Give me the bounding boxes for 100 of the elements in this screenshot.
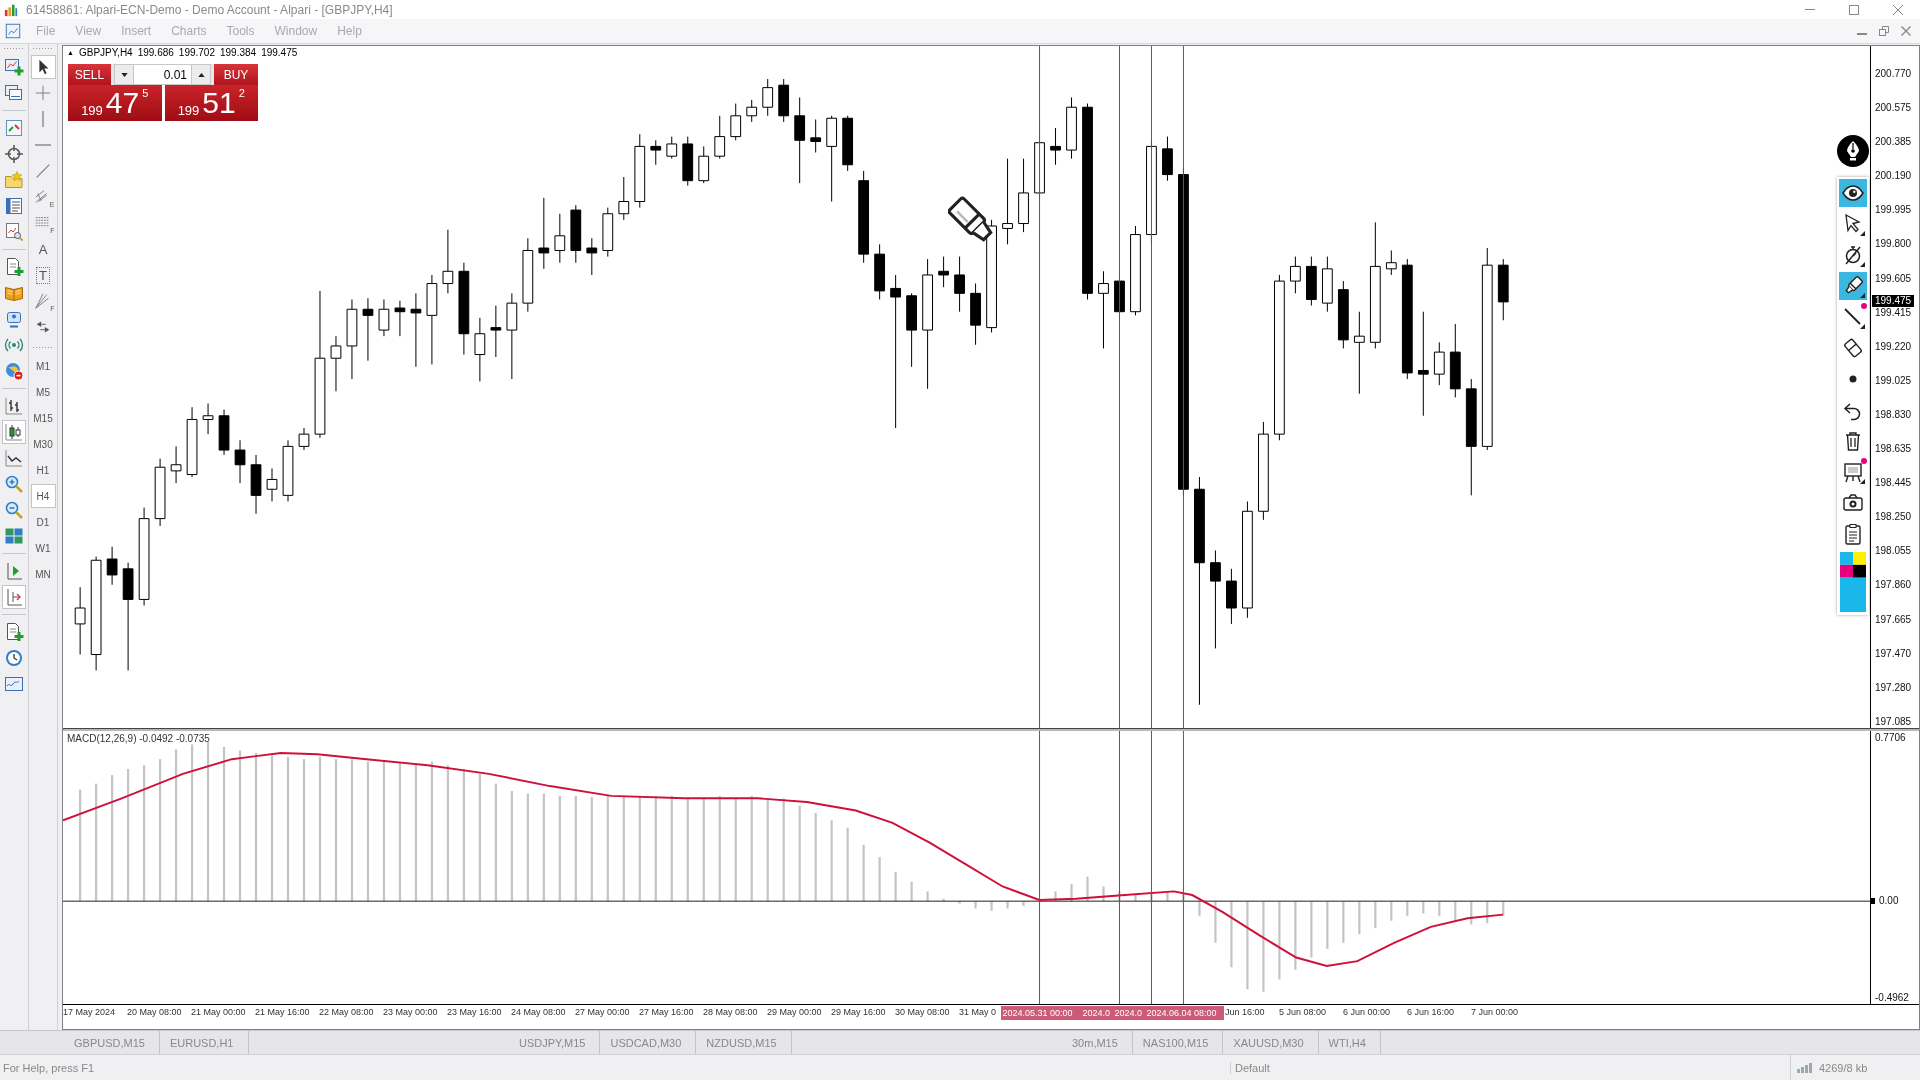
timeframe-button[interactable]: H4 xyxy=(30,484,56,508)
clock-icon[interactable] xyxy=(4,648,24,668)
price-label: 199.995 xyxy=(1875,204,1913,217)
tile-windows-icon[interactable] xyxy=(4,526,24,546)
star-folder-icon[interactable] xyxy=(4,170,24,190)
trend-line-icon xyxy=(34,162,52,180)
caret-down-icon xyxy=(120,72,128,77)
time-label: 28 May 08:00 xyxy=(703,1006,759,1019)
price-label: 200.575 xyxy=(1875,102,1913,115)
cursor-button[interactable] xyxy=(30,55,56,79)
price-label: 199.220 xyxy=(1875,340,1913,353)
connection-bars-icon xyxy=(1797,1062,1813,1073)
terminal-list-icon[interactable] xyxy=(4,196,24,216)
timeframe-button[interactable]: MN xyxy=(30,562,56,586)
globe-stop-icon[interactable] xyxy=(4,361,24,381)
current-price-tag: 199.475 xyxy=(1872,295,1915,307)
time-label: 7 Jun 00:00 xyxy=(1471,1006,1520,1019)
indicator-scale-label: 0.00 xyxy=(1879,895,1899,907)
line-time-label: 2024.05.31 00:00 xyxy=(1002,1007,1073,1020)
document-plus-icon[interactable] xyxy=(4,257,24,277)
caret-up-icon xyxy=(197,72,205,77)
price-label: 199.800 xyxy=(1875,238,1913,251)
chart-document-icon xyxy=(4,22,22,40)
minimize-icon xyxy=(1857,33,1867,35)
candlestick-icon xyxy=(4,422,24,442)
eye-tool-button[interactable] xyxy=(1839,179,1867,207)
time-label: 27 May 16:00 xyxy=(639,1006,695,1019)
document-plus-icon[interactable] xyxy=(4,622,24,642)
profiles-icon[interactable] xyxy=(4,83,24,103)
restore-icon xyxy=(1879,26,1889,36)
diagonal-line-icon xyxy=(1841,305,1865,329)
chart-shift-icon xyxy=(4,561,24,581)
bar-chart-icon xyxy=(4,396,24,416)
time-label: 27 May 00:00 xyxy=(575,1006,631,1019)
price-label: 199.605 xyxy=(1875,272,1913,285)
status-profile: Default xyxy=(1230,1061,1790,1074)
app-icon xyxy=(4,2,18,17)
time-label: 6 Jun 00:00 xyxy=(1343,1006,1392,1019)
crosshair-icon xyxy=(34,84,52,102)
window-title: 61458861: Alpari-ECN-Demo - Demo Account - Alpari - [GBPJPY,H4] xyxy=(26,2,393,17)
text-label-tool-button[interactable]: T xyxy=(30,263,56,287)
zoom-out-icon[interactable] xyxy=(4,500,24,520)
indicator-window-icon[interactable] xyxy=(4,674,24,694)
price-label: 197.665 xyxy=(1875,613,1913,626)
timeframe-button[interactable]: M30 xyxy=(30,432,56,456)
maximize-icon xyxy=(1849,4,1859,15)
line-chart-icon xyxy=(4,448,24,468)
user-screen-icon[interactable] xyxy=(4,309,24,329)
traffic-counter: 4269/8 kb xyxy=(1819,1061,1868,1074)
timeframe-button[interactable]: H1 xyxy=(30,458,56,482)
chart-symbol: GBPJPY,H4 xyxy=(78,47,133,59)
price-label: 200.770 xyxy=(1875,68,1913,80)
price-label: 200.190 xyxy=(1875,170,1913,183)
restore-chart-button[interactable] xyxy=(1876,23,1892,39)
color-palette-icon xyxy=(1840,552,1866,612)
time-label: 20 May 08:00 xyxy=(127,1006,183,1019)
price-label: 197.280 xyxy=(1875,681,1913,694)
ohlc-value: 199.686 xyxy=(137,47,174,59)
price-label: 197.085 xyxy=(1875,715,1913,728)
price-label: 198.055 xyxy=(1875,545,1913,558)
time-label: 17 May 2024 xyxy=(63,1006,117,1019)
color-palette-tool-button[interactable] xyxy=(1839,551,1867,613)
time-label: 29 May 00:00 xyxy=(767,1006,823,1019)
timeframe-button[interactable]: W1 xyxy=(30,536,56,560)
candlestick-button[interactable] xyxy=(2,420,26,444)
market-watch-icon[interactable] xyxy=(4,118,24,138)
line-time-label: 2024.0 xyxy=(1114,1007,1142,1020)
timeframe-button[interactable]: M15 xyxy=(30,406,56,430)
time-label: 22 May 08:00 xyxy=(319,1006,375,1019)
ohlc-value: 199.475 xyxy=(261,47,298,59)
time-label: 29 May 16:00 xyxy=(831,1006,887,1019)
time-label: 21 May 16:00 xyxy=(255,1006,311,1019)
gann-fan-icon xyxy=(34,292,52,310)
pen-nib-icon[interactable] xyxy=(1837,135,1869,167)
time-label: 5 Jun 08:00 xyxy=(1279,1006,1328,1019)
chart-magnifier-icon[interactable] xyxy=(4,222,24,242)
timeframe-button[interactable]: M5 xyxy=(30,380,56,404)
close-icon xyxy=(1893,4,1903,15)
sell-button[interactable]: SELL xyxy=(68,64,111,85)
timeframe-button[interactable]: M1 xyxy=(30,354,56,378)
line-time-label: 2024.06.04 08:00 xyxy=(1146,1007,1217,1020)
price-label: 200.385 xyxy=(1875,136,1913,149)
indicator-label: MACD(12,26,9) -0.0492 -0.0735 xyxy=(67,733,210,744)
time-label: 6 Jun 16:00 xyxy=(1407,1006,1456,1019)
close-icon xyxy=(1901,26,1911,36)
new-chart-icon[interactable] xyxy=(4,57,24,77)
timeframe-button[interactable]: D1 xyxy=(30,510,56,534)
price-label: 199.415 xyxy=(1875,306,1913,319)
time-label: 21 May 00:00 xyxy=(191,1006,247,1019)
easel-icon xyxy=(1841,460,1865,484)
status-help-text: For Help, press F1 xyxy=(2,1061,96,1074)
line-time-label: 2024.0 xyxy=(1082,1007,1110,1020)
price-label: 198.830 xyxy=(1875,408,1913,421)
horizontal-line-icon xyxy=(35,144,51,146)
zoom-in-icon[interactable] xyxy=(4,474,24,494)
marker-tool-button[interactable] xyxy=(1839,272,1867,300)
time-label: 24 May 08:00 xyxy=(511,1006,567,1019)
price-label: 197.860 xyxy=(1875,579,1913,592)
crosshair-target-icon[interactable] xyxy=(4,144,24,164)
text-tool-button[interactable]: A xyxy=(30,237,56,261)
